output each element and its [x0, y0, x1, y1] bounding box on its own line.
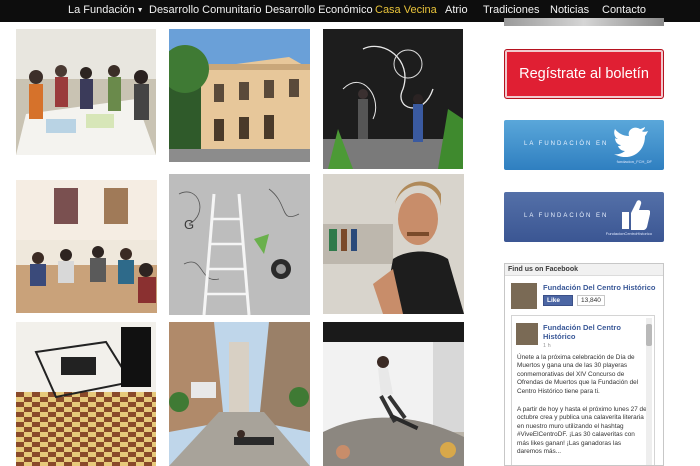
facebook-page-name[interactable]: Fundación Del Centro Histórico [543, 283, 656, 292]
sidebar-top-banner [504, 18, 664, 26]
facebook-like-count: 13,840 [577, 295, 605, 306]
facebook-banner-link[interactable]: LA FUNDACIÓN EN FundacionCentroHistorico [504, 192, 664, 242]
facebook-post-text-2: A partir de hoy y hasta el próximo lunes… [517, 406, 647, 456]
nav-casa-vecina[interactable]: Casa Vecina [375, 0, 437, 22]
facebook-post-text: Únete a la próxima celebración de Día de… [517, 354, 639, 395]
gallery-photo-ladder[interactable]: G [169, 174, 310, 315]
twitter-banner-link[interactable]: LA FUNDACIÓN EN fundacion_FCH_DF [504, 120, 664, 170]
facebook-post-author[interactable]: Fundación Del Centro Histórico [543, 323, 643, 341]
gallery-photo-audience[interactable] [16, 180, 157, 313]
nav-desarrollo-economico[interactable]: Desarrollo Económico [265, 0, 373, 22]
facebook-page-avatar[interactable] [511, 283, 537, 309]
scrollbar-thumb[interactable] [646, 324, 652, 346]
gallery-photo-skateboarder[interactable] [323, 322, 464, 466]
facebook-like-label: Like [547, 297, 561, 304]
gallery-photo-colonial-building[interactable] [169, 29, 310, 162]
gallery-photo-mural-wall[interactable] [323, 29, 463, 169]
facebook-like-button[interactable]: Like [543, 295, 573, 306]
newsletter-signup-button[interactable]: Regístrate al boletín [504, 49, 664, 99]
gallery-photo-portrait[interactable] [323, 174, 464, 314]
twitter-banner-label: LA FUNDACIÓN EN [524, 141, 609, 147]
nav-la-fundacion[interactable]: La Fundación ▼ [68, 0, 144, 22]
facebook-page-row: Fundación Del Centro Histórico Like 13,8… [511, 283, 661, 309]
gallery-photo-street-performance[interactable] [169, 322, 310, 466]
nav-atrio[interactable]: Atrio [445, 0, 468, 22]
facebook-widget-header: Find us on Facebook [505, 264, 663, 276]
facebook-post: Fundación Del Centro Histórico 1 h Únete… [511, 315, 655, 465]
chevron-down-icon: ▼ [136, 7, 144, 14]
twitter-bird-icon [614, 127, 650, 162]
facebook-post-scrollbar[interactable] [646, 318, 652, 465]
svg-text:G: G [184, 217, 194, 232]
facebook-post-avatar[interactable] [516, 323, 538, 345]
facebook-post-time[interactable]: 1 h [543, 343, 551, 349]
facebook-banner-label: LA FUNDACIÓN EN [524, 213, 609, 219]
thumbs-up-icon [622, 199, 651, 236]
facebook-widget: Find us on Facebook Fundación Del Centro… [504, 263, 664, 466]
gallery-photo-checkered-floor[interactable] [16, 322, 156, 466]
gallery-photo-workshop[interactable] [16, 29, 156, 155]
nav-desarrollo-comunitario[interactable]: Desarrollo Comunitario [149, 0, 262, 22]
